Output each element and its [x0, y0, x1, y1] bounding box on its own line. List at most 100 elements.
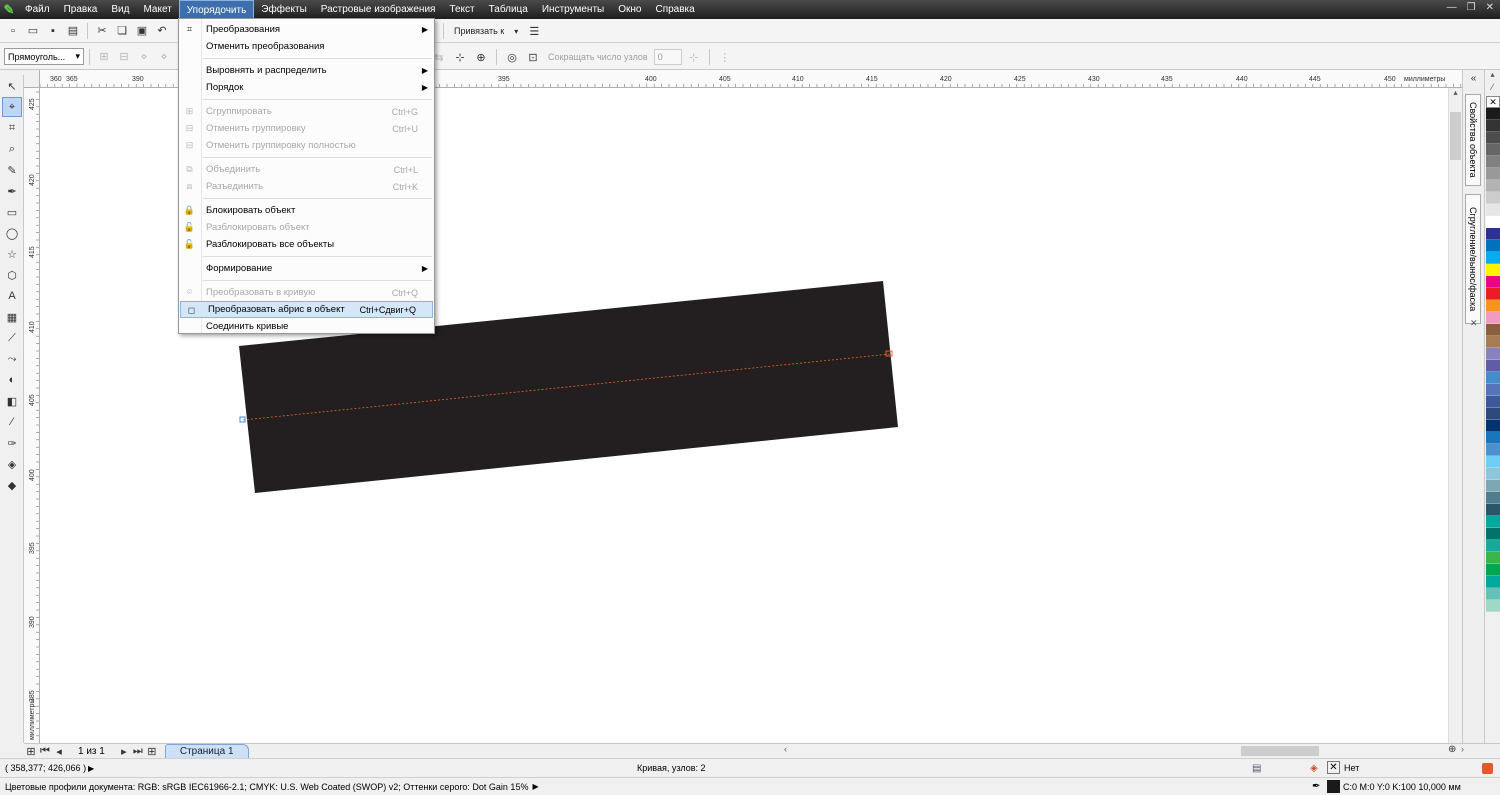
color-swatch[interactable]: [1486, 180, 1500, 192]
cut-icon[interactable]: ✂: [93, 22, 111, 40]
restore-icon[interactable]: ❐: [1467, 2, 1476, 13]
node-icon[interactable]: ⋄: [135, 48, 153, 66]
vertical-ruler[interactable]: 425 420 415 410 405 400 395 390 385 миллиметры: [24, 88, 40, 743]
text-tool-icon[interactable]: A: [2, 286, 22, 306]
docker-tab-fillet[interactable]: Сгругление/вынос/фаска: [1465, 194, 1481, 324]
scroll-right-icon[interactable]: ›: [1461, 744, 1464, 754]
color-swatch[interactable]: [1486, 156, 1500, 168]
freehand-tool-icon[interactable]: ✎: [2, 160, 22, 180]
color-swatch[interactable]: [1486, 408, 1500, 420]
color-swatch[interactable]: [1486, 324, 1500, 336]
scroll-up-icon[interactable]: ▴: [1449, 88, 1462, 97]
color-swatch[interactable]: [1486, 468, 1500, 480]
arrange-menu-item-4[interactable]: Порядок ▶: [179, 79, 434, 96]
no-color-swatch[interactable]: ✕: [1486, 96, 1500, 108]
color-swatch[interactable]: [1486, 300, 1500, 312]
menu-9[interactable]: Инструменты: [535, 0, 611, 19]
arrange-menu-item-15[interactable]: 🔓 Разблокировать все объекты: [179, 236, 434, 253]
color-swatch[interactable]: [1486, 456, 1500, 468]
color-swatch[interactable]: [1486, 576, 1500, 588]
color-swatch[interactable]: [1486, 228, 1500, 240]
artistic-media-icon[interactable]: ✒: [2, 181, 22, 201]
arrange-menu-item-0[interactable]: ⌗ Преобразования ▶: [179, 21, 434, 38]
snap-options-icon[interactable]: ☰: [525, 22, 543, 40]
distribute-icon[interactable]: ⊟: [115, 48, 133, 66]
arrange-menu-item-1[interactable]: Отменить преобразования: [179, 38, 434, 55]
page-tab-1[interactable]: Страница 1: [164, 744, 249, 758]
color-swatch[interactable]: [1486, 336, 1500, 348]
crop-tool-icon[interactable]: ⌗: [2, 118, 22, 138]
menu-11[interactable]: Справка: [648, 0, 701, 19]
color-swatch[interactable]: [1486, 108, 1500, 120]
arrange-menu-item-20[interactable]: ◻ Преобразовать абрис в объект Ctrl+Сдвиг+…: [180, 301, 433, 318]
color-swatch[interactable]: [1486, 600, 1500, 612]
minimize-icon[interactable]: —: [1447, 2, 1457, 13]
ellipse-tool-icon[interactable]: ◯: [2, 223, 22, 243]
blend-tool-icon[interactable]: ◐: [2, 370, 22, 390]
reduce-nodes-input[interactable]: 0: [653, 49, 682, 65]
menu-6[interactable]: Растровые изображения: [314, 0, 443, 19]
color-swatch[interactable]: [1486, 192, 1500, 204]
color-swatch[interactable]: [1486, 540, 1500, 552]
save-icon[interactable]: ▪: [44, 22, 62, 40]
node-type-icon[interactable]: ⋄: [155, 48, 173, 66]
menu-0[interactable]: Файл: [18, 0, 57, 19]
align-icon[interactable]: ⊞: [95, 48, 113, 66]
color-swatch[interactable]: [1486, 444, 1500, 456]
transparency-tool-icon[interactable]: ◧: [2, 391, 22, 411]
new-document-icon[interactable]: ▫: [4, 22, 22, 40]
arrange-menu-item-13[interactable]: 🔒 Блокировать объект: [179, 202, 434, 219]
menu-7[interactable]: Текст: [442, 0, 481, 19]
print-icon[interactable]: ▤: [64, 22, 82, 40]
color-swatch[interactable]: [1486, 312, 1500, 324]
color-swatch[interactable]: [1486, 288, 1500, 300]
pick-tool-icon[interactable]: ↖: [2, 76, 22, 96]
dimension-tool-icon[interactable]: ⟋: [2, 328, 22, 348]
color-swatch[interactable]: [1486, 372, 1500, 384]
menu-4[interactable]: Упорядочить: [178, 0, 255, 19]
basic-shapes-icon[interactable]: ⬡: [2, 265, 22, 285]
color-swatch[interactable]: [1486, 240, 1500, 252]
open-icon[interactable]: ▭: [24, 22, 42, 40]
paste-icon[interactable]: ▣: [133, 22, 151, 40]
color-proof-icon[interactable]: ▤: [1252, 763, 1261, 774]
color-swatch[interactable]: [1486, 492, 1500, 504]
shape-tool-icon[interactable]: ⌖: [2, 97, 22, 117]
color-swatch[interactable]: [1486, 204, 1500, 216]
horizontal-scrollbar[interactable]: ‹ ›: [784, 744, 1464, 757]
arrange-menu-item-7[interactable]: ⊟ Отменить группировку Ctrl+U: [179, 120, 434, 137]
color-swatch[interactable]: [1486, 168, 1500, 180]
color-swatch[interactable]: [1486, 216, 1500, 228]
chevron-down-icon[interactable]: ▾: [511, 22, 521, 40]
expand-profiles-icon[interactable]: ▶: [532, 782, 538, 791]
color-swatch[interactable]: [1486, 588, 1500, 600]
arrange-menu-item-19[interactable]: ⌾ Преобразовать в кривую Ctrl+Q: [179, 284, 434, 301]
no-fill-swatch[interactable]: ✕: [1327, 761, 1340, 774]
color-swatch[interactable]: [1486, 276, 1500, 288]
zoom-navigator-icon[interactable]: ⊕: [1448, 744, 1456, 755]
arrange-menu-item-8[interactable]: ⊟ Отменить группировку полностью: [179, 137, 434, 154]
menu-3[interactable]: Макет: [136, 0, 178, 19]
color-swatch[interactable]: [1486, 144, 1500, 156]
horizontal-scroll-thumb[interactable]: [1241, 746, 1319, 756]
rectangle-tool-icon[interactable]: ▭: [2, 202, 22, 222]
collapse-docker-icon[interactable]: «: [1463, 73, 1484, 84]
color-swatch[interactable]: [1486, 384, 1500, 396]
arrange-menu-item-6[interactable]: ⊞ Сгруппировать Ctrl+G: [179, 103, 434, 120]
color-swatch[interactable]: [1486, 348, 1500, 360]
arrange-menu-item-3[interactable]: Выровнять и распределить ▶: [179, 62, 434, 79]
polygon-tool-icon[interactable]: ☆: [2, 244, 22, 264]
fill-tool-icon[interactable]: ◈: [2, 454, 22, 474]
copy-icon[interactable]: ❏: [113, 22, 131, 40]
color-swatch[interactable]: [1486, 564, 1500, 576]
arrange-menu-item-17[interactable]: Формирование ▶: [179, 260, 434, 277]
vertical-scrollbar[interactable]: ▴: [1448, 88, 1462, 743]
color-swatch[interactable]: [1486, 480, 1500, 492]
arrange-menu-item-21[interactable]: Соединить кривые: [179, 318, 434, 335]
notification-icon[interactable]: [1482, 762, 1493, 774]
select-all-nodes-icon[interactable]: ⋮: [716, 48, 734, 66]
table-tool-icon[interactable]: ▦: [2, 307, 22, 327]
menu-1[interactable]: Правка: [57, 0, 105, 19]
arrange-menu-item-10[interactable]: ⧉ Объединить Ctrl+L: [179, 161, 434, 178]
menu-8[interactable]: Таблица: [482, 0, 535, 19]
